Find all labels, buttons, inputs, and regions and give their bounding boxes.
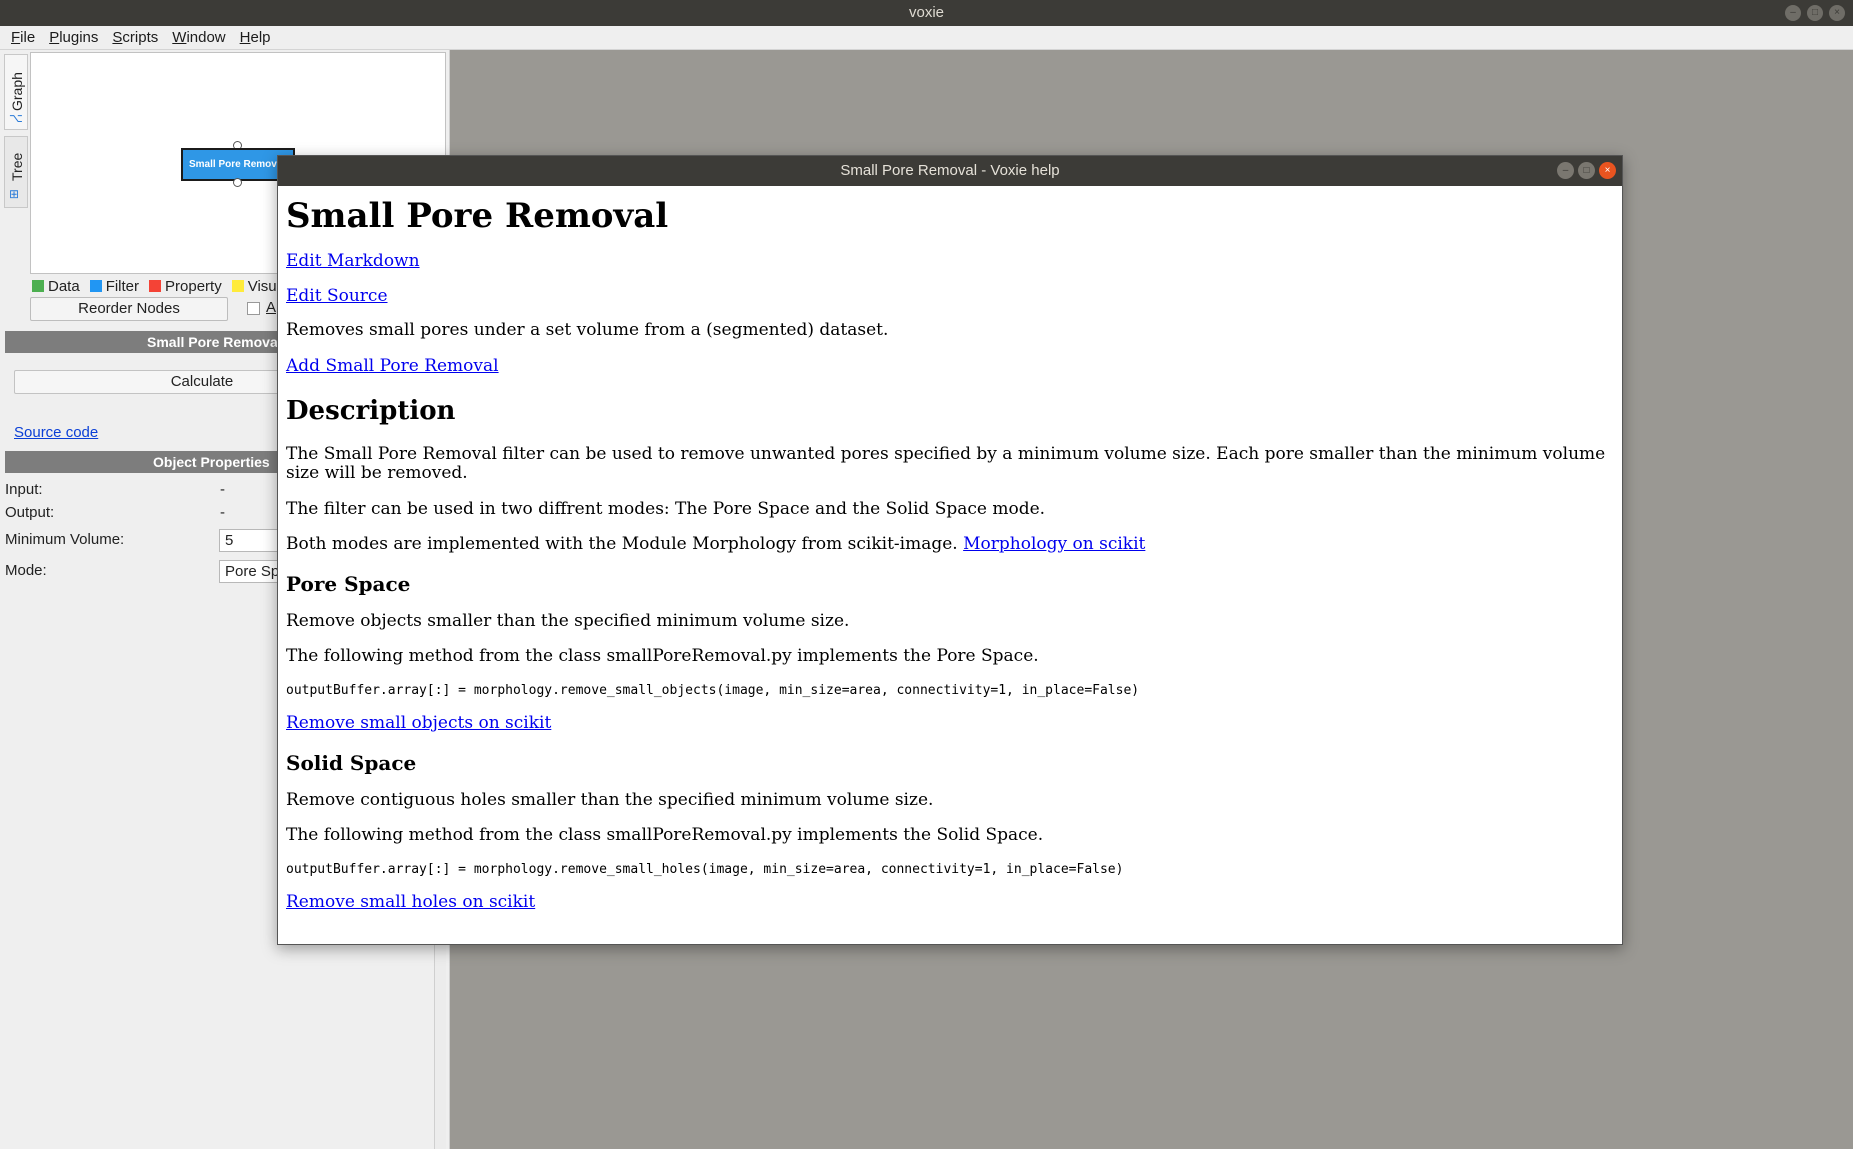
app-title: voxie <box>908 4 945 21</box>
menu-bar: File Plugins Scripts Window Help <box>0 26 1853 50</box>
reorder-nodes-button[interactable]: Reorder Nodes <box>30 297 228 321</box>
menu-scripts-mnemonic: S <box>112 29 123 46</box>
help-titlebar: Small Pore Removal - Voxie help – □ × <box>278 156 1622 186</box>
source-code-link[interactable]: Source code <box>14 424 98 441</box>
help-window-title: Small Pore Removal - Voxie help <box>840 162 1060 179</box>
legend-visu-swatch <box>231 280 244 292</box>
menu-window-label: indow <box>186 29 226 46</box>
legend-data-swatch <box>32 280 44 292</box>
pore-space-heading: Pore Space <box>286 572 411 596</box>
legend-property: Property <box>149 278 222 295</box>
remove-small-holes-link[interactable]: Remove small holes on scikit <box>286 892 535 912</box>
add-small-pore-removal-link[interactable]: Add Small Pore Removal <box>286 356 499 376</box>
close-icon[interactable]: × <box>1829 5 1845 21</box>
menu-help[interactable]: Help <box>233 29 278 46</box>
edit-markdown-link[interactable]: Edit Markdown <box>286 251 420 271</box>
remove-small-objects-link[interactable]: Remove small objects on scikit <box>286 713 551 733</box>
description-paragraph-2: The filter can be used in two diffrent m… <box>286 499 1046 519</box>
mode-label: Mode: <box>5 562 47 579</box>
input-label: Input: <box>5 481 43 498</box>
output-value[interactable]: - <box>220 504 225 521</box>
app-titlebar: voxie – □ × <box>0 0 1853 26</box>
solid-space-paragraph-1: Remove contiguous holes smaller than the… <box>286 790 934 810</box>
legend-filter-swatch <box>89 280 102 292</box>
legend-data-label: Data <box>48 277 80 295</box>
menu-plugins-label: lugins <box>59 29 99 46</box>
menu-file-mnemonic: F <box>11 29 21 46</box>
tab-graph-label: Graph <box>9 72 25 111</box>
morphology-link[interactable]: Morphology on scikit <box>963 534 1145 554</box>
help-window: Small Pore Removal - Voxie help – □ × Sm… <box>277 155 1623 945</box>
minimize-icon[interactable]: – <box>1785 5 1801 21</box>
pore-space-paragraph-1: Remove objects smaller than the specifie… <box>286 611 850 631</box>
input-value[interactable]: - <box>220 481 225 498</box>
help-maximize-icon[interactable]: □ <box>1578 162 1595 179</box>
output-label: Output: <box>5 504 55 521</box>
tree-icon: ⊞ <box>9 187 20 201</box>
pore-space-code: outputBuffer.array[:] = morphology.remov… <box>286 683 1140 698</box>
menu-window[interactable]: Window <box>165 29 232 46</box>
menu-plugins[interactable]: Plugins <box>42 29 105 46</box>
solid-space-paragraph-2: The following method from the class smal… <box>286 825 1044 845</box>
auto-checkbox[interactable] <box>247 302 260 315</box>
solid-space-heading: Solid Space <box>286 751 417 775</box>
help-close-icon[interactable]: × <box>1599 162 1616 179</box>
legend-visu: Visu <box>231 277 277 295</box>
legend-visu-label: Visu <box>247 277 277 295</box>
menu-help-label: elp <box>250 29 271 46</box>
left-panel-scrollbar[interactable]: ▼ <box>434 938 446 1149</box>
menu-plugins-mnemonic: P <box>49 29 60 46</box>
tab-tree[interactable]: Tree ⊞ <box>4 136 28 208</box>
help-minimize-icon[interactable]: – <box>1557 162 1574 179</box>
min-volume-label: Minimum Volume: <box>5 531 125 548</box>
node-output-port[interactable] <box>233 178 242 187</box>
pore-space-paragraph-2: The following method from the class smal… <box>286 646 1039 666</box>
description-paragraph-3: Both modes are implemented with the Modu… <box>286 535 1611 554</box>
legend-property-label: Property <box>165 277 222 295</box>
tab-graph[interactable]: Graph ⌥ <box>4 54 28 130</box>
legend-property-swatch <box>149 280 162 292</box>
help-window-controls: – □ × <box>1557 162 1616 179</box>
summary-text: Removes small pores under a set volume f… <box>286 320 889 340</box>
edit-source-link[interactable]: Edit Source <box>286 286 388 306</box>
node-legend: Data Filter Property Visu <box>32 276 282 296</box>
graph-icon: ⌥ <box>9 111 23 125</box>
tab-tree-label: Tree <box>9 152 25 181</box>
menu-help-mnemonic: H <box>239 29 251 46</box>
legend-filter: Filter <box>89 277 140 295</box>
menu-scripts[interactable]: Scripts <box>105 29 165 46</box>
menu-file-label: ile <box>20 29 36 46</box>
description-heading: Description <box>286 396 456 426</box>
maximize-icon[interactable]: □ <box>1807 5 1823 21</box>
legend-filter-label: Filter <box>105 277 140 295</box>
auto-checkbox-label[interactable]: A <box>266 299 276 316</box>
page-title: Small Pore Removal <box>286 196 669 236</box>
window-controls: – □ × <box>1785 5 1845 21</box>
menu-window-mnemonic: W <box>172 29 187 46</box>
description-paragraph-3-text: Both modes are implemented with the Modu… <box>286 534 958 554</box>
menu-scripts-label: cripts <box>122 29 159 46</box>
vertical-tabs: Graph ⌥ Tree ⊞ <box>2 54 28 259</box>
solid-space-code: outputBuffer.array[:] = morphology.remov… <box>286 862 1124 877</box>
description-paragraph-1: The Small Pore Removal filter can be use… <box>286 444 1606 483</box>
menu-file[interactable]: File <box>4 29 42 46</box>
legend-data: Data <box>32 278 80 295</box>
